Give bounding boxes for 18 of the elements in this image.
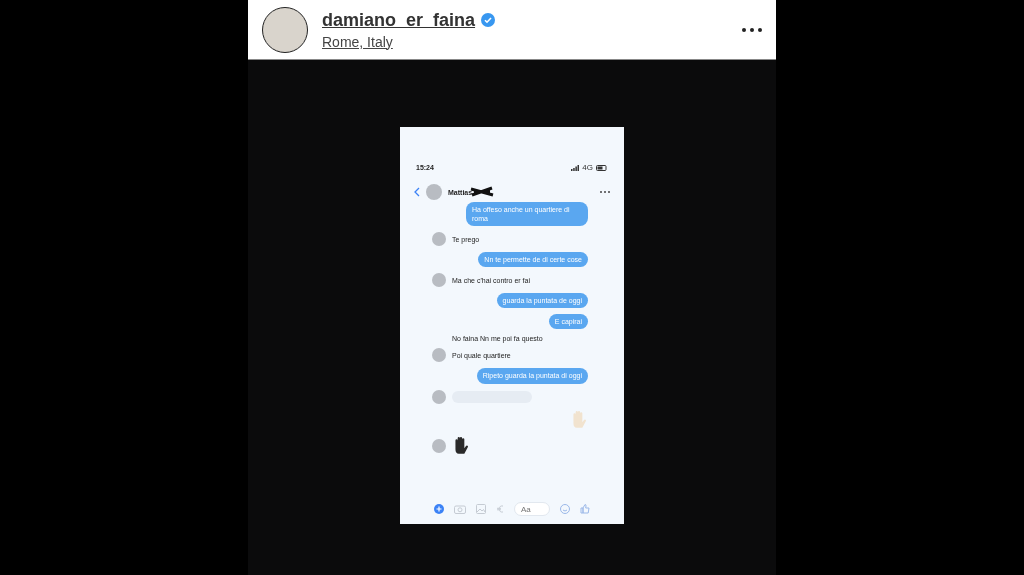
location-link[interactable]: Rome, Italy — [322, 33, 728, 50]
avatar[interactable] — [262, 6, 308, 53]
more-options-icon[interactable] — [742, 27, 762, 32]
hand-icon — [570, 409, 588, 430]
image-icon[interactable] — [476, 504, 486, 514]
smiley-icon[interactable] — [560, 504, 570, 514]
network-label: 4G — [582, 163, 593, 172]
message-field[interactable]: Aa — [514, 502, 550, 516]
plus-icon[interactable] — [434, 504, 444, 514]
camera-icon[interactable] — [454, 504, 466, 514]
battery-icon — [596, 164, 608, 171]
username-link[interactable]: damiano_er_faina — [322, 9, 476, 31]
contact-avatar — [426, 184, 442, 200]
hand-icon — [452, 435, 470, 456]
back-icon[interactable] — [414, 187, 420, 197]
thumbs-up-icon[interactable] — [580, 504, 590, 514]
signal-icon — [571, 164, 580, 171]
scribble-mark — [470, 186, 495, 198]
